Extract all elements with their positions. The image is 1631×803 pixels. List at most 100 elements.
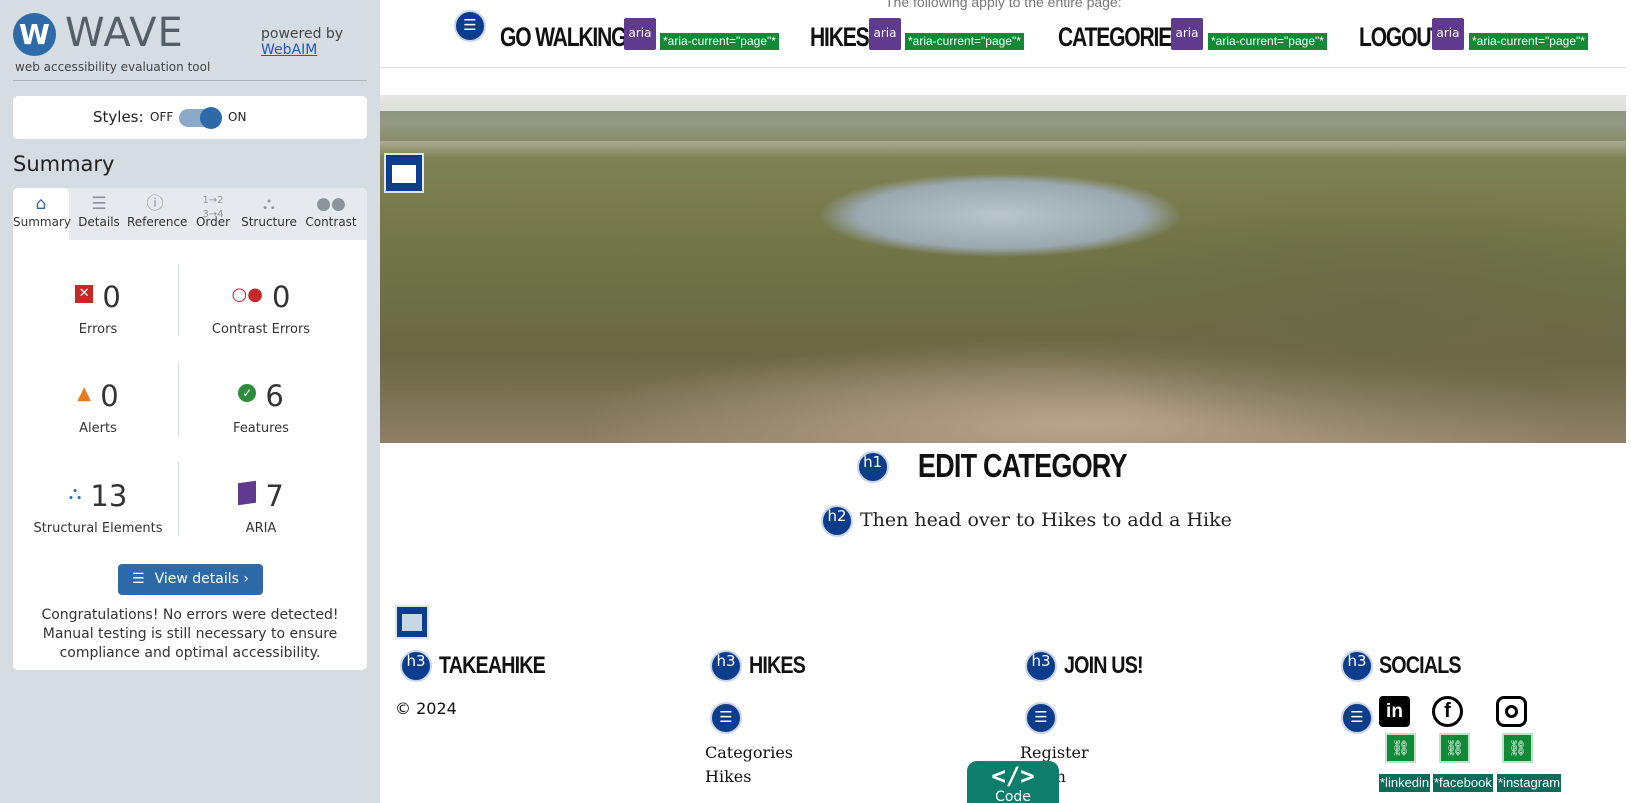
h3-icon[interactable]: h3 [400, 650, 432, 682]
footer-region-icon[interactable] [395, 605, 429, 639]
tab-structure[interactable]: ⛬ Structure [241, 188, 297, 240]
h2-icon[interactable]: h2 [821, 505, 853, 537]
footer-heading-join-us: JOIN US! [1064, 652, 1144, 679]
code-icon: </> [991, 762, 1035, 790]
structure-icon: ⛬ [68, 482, 82, 504]
stat-alerts[interactable]: ▲ 0 Alerts [18, 379, 178, 436]
home-icon: ⌂ [35, 194, 47, 214]
wave-brand-name: WAVE [65, 10, 184, 56]
aria-count: 7 [265, 479, 284, 513]
footer-heading-takeahike: TAKEAHIKE [439, 652, 546, 679]
powered-by-label: powered by [261, 26, 344, 42]
contrast-errors-label: Contrast Errors [211, 322, 311, 337]
facebook-label: *facebook [1433, 774, 1493, 792]
styles-toggle[interactable] [179, 107, 222, 129]
region-icon[interactable] [384, 153, 424, 193]
tab-label: Order [195, 215, 231, 229]
stat-structural[interactable]: ⛬ 13 Structural Elements [18, 479, 178, 536]
link-icon[interactable]: ⛓ [1385, 733, 1416, 763]
features-count: 6 [265, 379, 284, 413]
h3-icon[interactable]: h3 [1341, 650, 1373, 682]
tab-label: Contrast [305, 215, 357, 229]
stat-contrast-errors[interactable]: ○● 0 Contrast Errors [181, 280, 341, 337]
tab-contrast[interactable]: ●● Contrast [300, 188, 362, 240]
link-icon[interactable]: ⛓ [1439, 733, 1470, 763]
tab-label: Reference [127, 215, 188, 229]
wave-tagline: web accessibility evaluation tool [15, 60, 211, 74]
order-icon: 1→2 3→4 [202, 195, 224, 220]
aria-current-label: *aria-current="page"* [905, 33, 1024, 50]
tab-order[interactable]: 1→2 3→4 Order [185, 188, 241, 240]
powered-by: powered by WebAIM [261, 26, 343, 58]
summary-panel: ⌂ Summary ☰ Details ⓘ Reference 1→2 3→4 O… [13, 188, 367, 670]
sidebar-divider [13, 80, 367, 81]
error-icon: ✕ [75, 285, 94, 303]
webaim-link[interactable]: WebAIM [261, 42, 343, 58]
errors-count: 0 [102, 280, 121, 314]
list-icon[interactable]: ☰ [1341, 702, 1373, 734]
footer-link-categories[interactable]: Categories [705, 743, 793, 762]
congrats-message: Congratulations! No errors were detected… [41, 607, 339, 661]
feature-icon: ✓ [238, 384, 257, 402]
aria-icon[interactable]: aria [624, 18, 656, 50]
structural-count: 13 [90, 479, 128, 513]
footer-link-hikes[interactable]: Hikes [705, 767, 751, 786]
view-details-button[interactable]: ☰ View details › [118, 564, 263, 595]
alerts-label: Alerts [79, 421, 117, 436]
toggle-knob [200, 107, 222, 129]
stat-divider [178, 264, 179, 336]
link-icon[interactable]: ⛓ [1502, 733, 1533, 763]
stat-aria[interactable]: 7 ARIA [181, 479, 341, 536]
structural-label: Structural Elements [33, 521, 163, 536]
wave-tabs: ⌂ Summary ☰ Details ⓘ Reference 1→2 3→4 O… [13, 188, 367, 240]
aria-current-label: *aria-current="page"* [1208, 33, 1327, 50]
evaluated-page: The following apply to the entire page: … [380, 0, 1626, 803]
nav-label: LOGOUT [1359, 22, 1443, 52]
styles-off-label: OFF [150, 110, 174, 124]
list-icon: ☰ [91, 194, 107, 214]
features-label: Features [233, 421, 289, 436]
contrast-error-icon: ○● [231, 283, 263, 305]
nav-label: GO WALKING! [500, 22, 633, 52]
code-toggle-button[interactable]: </> Code [967, 761, 1059, 803]
stat-errors[interactable]: ✕ 0 Errors [18, 280, 178, 337]
alert-icon: ▲ [77, 382, 92, 404]
list-icon[interactable]: ☰ [710, 702, 742, 734]
styles-label: Styles: [93, 108, 144, 126]
hero-image [380, 95, 1626, 443]
page-title: EDIT CATEGORY [917, 447, 1128, 484]
subheading: Then head over to Hikes to add a Hike [860, 509, 1232, 531]
nav-divider [380, 67, 1626, 68]
instagram-icon[interactable] [1496, 696, 1527, 727]
stat-features[interactable]: ✓ 6 Features [181, 379, 341, 436]
linkedin-label: *linkedin [1379, 774, 1431, 792]
list-icon[interactable]: ☰ [454, 10, 486, 42]
footer-link-register[interactable]: Register [1020, 743, 1089, 762]
tab-summary[interactable]: ⌂ Summary [13, 188, 71, 240]
list-icon[interactable]: ☰ [1025, 702, 1057, 734]
h3-icon[interactable]: h3 [1025, 650, 1057, 682]
stat-divider [178, 462, 179, 536]
facebook-icon[interactable]: f [1432, 696, 1463, 727]
stat-divider [178, 362, 179, 436]
view-details-label: View details › [154, 571, 249, 587]
h1-icon[interactable]: h1 [856, 450, 889, 483]
wave-sidebar: W WAVE web accessibility evaluation tool… [0, 0, 380, 803]
footer-heading-socials: SOCIALS [1379, 652, 1462, 679]
list-icon: ☰ [132, 571, 145, 587]
aria-icon[interactable]: aria [869, 18, 901, 50]
tab-details[interactable]: ☰ Details [71, 188, 127, 240]
page-title-row: h1 EDIT CATEGORY [380, 447, 1626, 489]
entire-page-note: The following apply to the entire page: [885, 0, 1122, 10]
linkedin-icon[interactable]: in [1379, 696, 1410, 727]
aria-icon[interactable]: aria [1171, 18, 1203, 50]
aria-icon[interactable]: aria [1432, 18, 1464, 50]
tab-reference[interactable]: ⓘ Reference [127, 188, 188, 240]
aria-label: ARIA [245, 521, 277, 536]
tab-label: Details [78, 215, 120, 229]
h3-icon[interactable]: h3 [710, 650, 742, 682]
alerts-count: 0 [100, 379, 119, 413]
contrast-icon: ●● [316, 194, 346, 214]
wave-logo-icon: W [13, 13, 56, 56]
code-label: Code [995, 789, 1031, 803]
